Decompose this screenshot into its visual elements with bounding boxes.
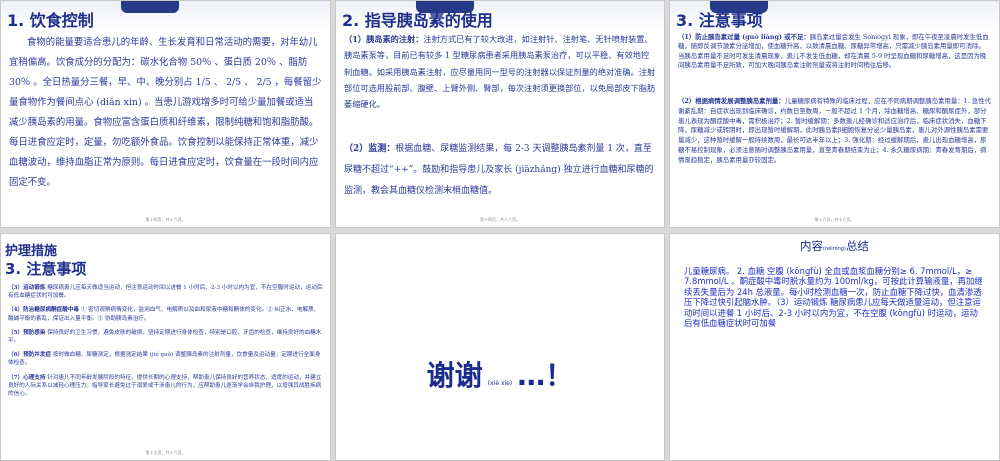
monitoring-paragraph: （2）监测：根据血糖、尿糖监测结果，每 2-3 天调整胰岛素剂量 1 次，直至尿… <box>344 139 656 202</box>
slide-title: 3. 注意事项 <box>5 260 87 278</box>
dosage-adjust-text: 儿童糖尿病有特殊的临床过程，应在不同病期调整胰岛素用量：1. 急性代谢紊乱期：自… <box>678 97 991 164</box>
summary-title-rest: 总结 <box>845 239 869 253</box>
slide-summary[interactable]: 内容(nèiróng)总结 儿童糖尿病。 2. 血糖 空腹 (kōngfù) 全… <box>669 233 1000 461</box>
list-item-label: （5）预防感染 <box>8 329 46 336</box>
injection-paragraph: （1）胰岛素的注射：注射方式已有了较大改进，如注射针、注射笔、无针喷射装置、胰岛… <box>344 31 656 112</box>
thanks-message: 谢谢 (xiè xie) …！ <box>336 354 664 394</box>
slide-title: 内容(nèiróng)总结 <box>670 238 999 254</box>
measures-list: （3）运动锻炼 糖尿病患儿应每天做适当运动，但注意运动时间以进餐 1 小时后、2… <box>8 284 323 404</box>
header-decoration <box>121 1 179 13</box>
thanks-text: 谢谢 <box>426 359 483 392</box>
list-item: （3）运动锻炼 糖尿病患儿应每天做适当运动，但注意运动时间以进餐 1 小时后、2… <box>8 284 323 300</box>
list-item-text: 针对患儿不同年龄发展阶段的特征，提供长期的心理支持，帮助患儿保持良好的营养状态、… <box>8 374 322 398</box>
thanks-pinyin: (xiè xie) <box>487 380 513 387</box>
slide-body-text: 食物的能量要适合患儿的年龄、生长发育和日常活动的需要，对年幼儿宜稍偏高。饮食成分… <box>9 37 322 188</box>
summary-title-pinyin: (nèiróng) <box>823 246 846 252</box>
monitoring-label: （2）监测： <box>344 144 396 154</box>
slide-title: 3. 注意事项 <box>676 11 763 30</box>
slide-title: 1. 饮食控制 <box>7 11 94 30</box>
slide-footer: 第十六页，共十六页。 <box>814 217 855 222</box>
thanks-ellipsis: … <box>517 359 546 392</box>
slide-title: 2. 指导胰岛素的使用 <box>342 11 493 30</box>
slide-thanks[interactable]: 谢谢 (xiè xie) …！ <box>335 233 665 461</box>
summary-body: 儿童糖尿病。 2. 血糖 空腹 (kōngfù) 全血或血浆血糖分别≥ 6. 7… <box>684 266 983 329</box>
slide-insulin-guidance[interactable]: 2. 指导胰岛素的使用 （1）胰岛素的注射：注射方式已有了较大改进，如注射针、注… <box>335 0 665 228</box>
thanks-exclamation: ！ <box>545 359 574 392</box>
list-item-label: （4）防治糖尿病酮症酸中毒 <box>8 307 80 314</box>
slide-precautions[interactable]: 3. 注意事项 （1）防止胰岛素过量 (guò liàng) 或不足：胰岛素过量… <box>669 0 1000 228</box>
list-item-text: 按时做血糖、尿糖测定，根据测定结果 (jié guǒ) 调整胰岛素的注射剂量，饮… <box>8 352 321 367</box>
list-item-label: （3）运动锻炼 <box>8 285 46 291</box>
overdose-paragraph: （1）防止胰岛素过量 (guò liàng) 或不足：胰岛素过量会发生 Somo… <box>678 33 991 71</box>
slide-footer: 第十四页，共十六页。 <box>480 217 520 222</box>
slide-footer: 第十四页，共十六页。 <box>145 217 186 222</box>
list-item-text: 保持良好的卫生习惯，避免皮肤的破损，坚持定期进行身体检查，特别是口腔、牙齿的检查… <box>8 329 322 345</box>
dosage-adjust-label: （2）根据病情发展调整胰岛素剂量： <box>678 97 785 105</box>
list-item-label: （6）预防并发症 <box>8 352 52 359</box>
list-item: （4）防治糖尿病酮症酸中毒 ① 密切观察病情变化，监测血气、电解质以及血和尿液中… <box>8 306 323 322</box>
slide-heading: 护理措施 <box>5 244 58 259</box>
summary-title: 内容 <box>800 239 824 253</box>
slide-footer: 第十五页，共十六页。 <box>145 450 186 455</box>
list-item-label: （7）心理支持 <box>8 374 46 381</box>
injection-label: （1）胰岛素的注射： <box>344 34 424 44</box>
slide-diet-control[interactable]: 1. 饮食控制 食物的能量要适合患儿的年龄、生长发育和日常活动的需要，对年幼儿宜… <box>0 0 331 228</box>
slide-nursing-measures[interactable]: 护理措施 3. 注意事项 （3）运动锻炼 糖尿病患儿应每天做适当运动，但注意运动… <box>0 233 331 461</box>
injection-text: 注射方式已有了较大改进，如注射针、注射笔、无针喷射装置、胰岛素泵等，目前已有较多… <box>344 34 656 110</box>
list-item-text: 糖尿病患儿应每天做适当运动，但注意运动时间以进餐 1 小时后、2-3 小时以内为… <box>8 285 323 300</box>
list-item: （6）预防并发症 按时做血糖、尿糖测定，根据测定结果 (jié guǒ) 调整胰… <box>8 351 323 367</box>
dosage-adjust-paragraph: （2）根据病情发展调整胰岛素剂量：儿童糖尿病有特殊的临床过程，应在不同病期调整胰… <box>678 97 991 166</box>
overdose-label: （1）防止胰岛素过量 (guò liàng) 或不足： <box>678 33 810 41</box>
list-item: （7）心理支持 针对患儿不同年龄发展阶段的特征，提供长期的心理支持，帮助患儿保持… <box>8 374 323 399</box>
list-item: （5）预防感染 保持良好的卫生习惯，避免皮肤的破损，坚持定期进行身体检查，特别是… <box>8 329 323 345</box>
